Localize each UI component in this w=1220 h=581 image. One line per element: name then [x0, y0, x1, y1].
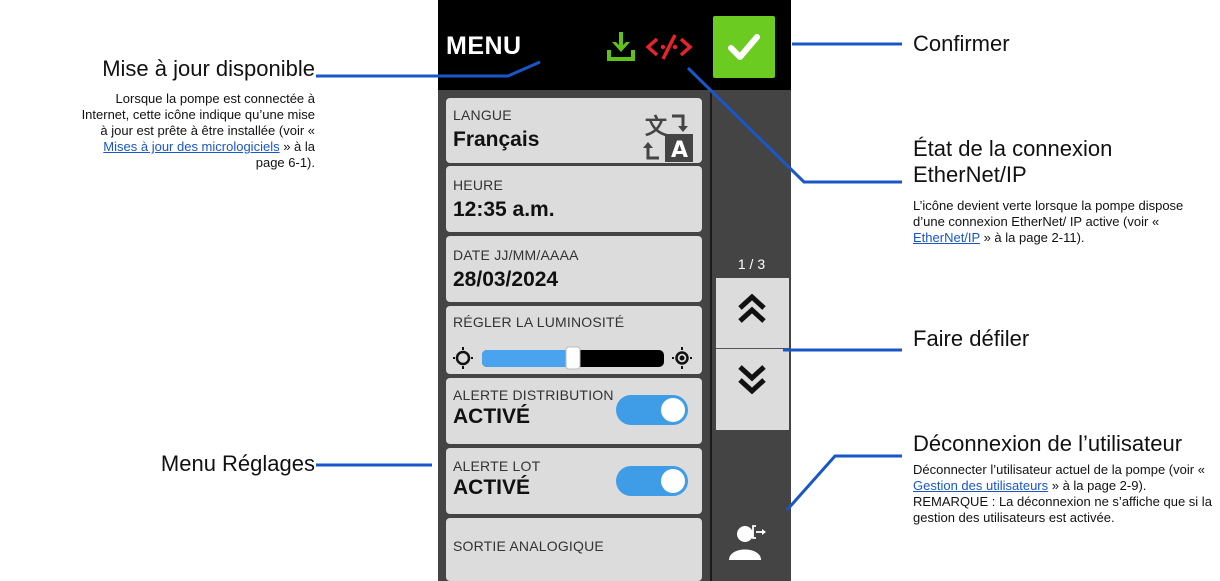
firmware-updates-link[interactable]: Mises à jour des micrologiciels: [103, 139, 279, 154]
connection-callout-title-1: État de la connexion: [913, 136, 1113, 161]
setting-label: DATE JJ/MM/AAAA: [453, 247, 579, 263]
connection-callout-body: L’icône devient verte lorsque la pompe d…: [913, 198, 1184, 245]
setting-label: ALERTE DISTRIBUTION: [453, 387, 614, 403]
svg-text:文: 文: [645, 114, 668, 140]
analog-output-setting[interactable]: SORTIE ANALOGIQUE: [446, 518, 702, 581]
scroll-up-button[interactable]: [716, 278, 789, 348]
update-callout-title: Mise à jour disponible: [102, 56, 315, 81]
batch-alert-toggle[interactable]: [616, 466, 688, 496]
setting-label: SORTIE ANALOGIQUE: [453, 538, 604, 554]
confirm-button[interactable]: [713, 16, 775, 78]
setting-label: HEURE: [453, 177, 504, 193]
setting-label: RÉGLER LA LUMINOSITÉ: [453, 314, 625, 330]
setting-label: LANGUE: [453, 107, 512, 123]
update-callout-body: Lorsque la pompe est connectée à Interne…: [81, 91, 315, 170]
setting-value: 12:35 a.m.: [453, 198, 555, 221]
top-bar: MENU: [438, 0, 791, 90]
language-setting[interactable]: LANGUE Français 文 A: [446, 98, 702, 163]
user-management-link[interactable]: Gestion des utilisateurs: [913, 478, 1048, 493]
setting-value: 28/03/2024: [453, 268, 559, 291]
brightness-slider[interactable]: [453, 345, 693, 371]
brightness-high-icon: [672, 347, 692, 369]
user-logout-icon[interactable]: [726, 520, 776, 564]
logout-callout-body: Déconnecter l’utilisateur actuel de la p…: [913, 462, 1212, 525]
settings-list: LANGUE Français 文 A HEURE 12:35 a.m. DAT…: [438, 90, 710, 581]
scroll-sidebar: 1 / 3: [710, 90, 791, 581]
toggle-knob: [661, 398, 685, 422]
network-disconnected-icon[interactable]: [645, 32, 693, 62]
connection-callout-title-2: EtherNet/IP: [913, 162, 1027, 187]
setting-value: Français: [453, 128, 540, 151]
menu-title: MENU: [446, 32, 522, 60]
batch-alert-setting: ALERTE LOT ACTIVÉ: [446, 448, 702, 514]
translate-icon: 文 A: [643, 112, 693, 162]
page-indicator: 1 / 3: [737, 256, 766, 272]
setting-value: ACTIVÉ: [453, 405, 531, 428]
double-chevron-up-icon: [738, 293, 766, 323]
time-setting[interactable]: HEURE 12:35 a.m.: [446, 166, 702, 232]
logout-callout-title: Déconnexion de l’utilisateur: [913, 431, 1183, 456]
brightness-setting: RÉGLER LA LUMINOSITÉ: [446, 306, 702, 374]
scroll-callout-title: Faire défiler: [913, 326, 1030, 351]
check-icon: [728, 34, 760, 60]
setting-value: ACTIVÉ: [453, 476, 531, 499]
settings-menu-callout-title: Menu Réglages: [160, 451, 315, 476]
toggle-knob: [661, 469, 685, 493]
double-chevron-down-icon: [738, 365, 766, 395]
brightness-low-icon: [453, 347, 473, 369]
dispense-alert-setting: ALERTE DISTRIBUTION ACTIVÉ: [446, 378, 702, 444]
ethernet-ip-link[interactable]: EtherNet/IP: [913, 230, 980, 245]
confirm-callout-title: Confirmer: [913, 31, 1010, 56]
scroll-down-button[interactable]: [716, 349, 789, 430]
pump-screen: MENU LANGUE Français 文 A HEURE 12:35 a.m…: [438, 0, 791, 581]
setting-label: ALERTE LOT: [453, 458, 541, 474]
date-setting[interactable]: DATE JJ/MM/AAAA 28/03/2024: [446, 236, 702, 302]
download-icon[interactable]: [604, 30, 638, 64]
svg-text:A: A: [671, 138, 688, 162]
dispense-alert-toggle[interactable]: [616, 395, 688, 425]
